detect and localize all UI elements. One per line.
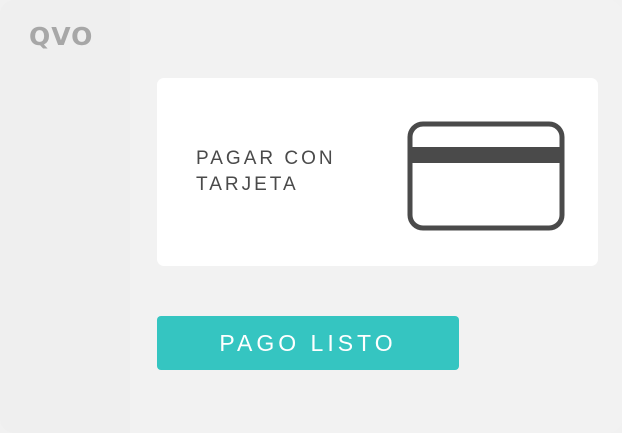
pay-with-card-option[interactable]: PAGAR CON TARJETA — [157, 78, 598, 266]
pago-listo-button[interactable]: PAGO LISTO — [157, 316, 459, 370]
pay-with-card-label: PAGAR CON TARJETA — [196, 148, 336, 195]
payment-screen: QVO PAGAR CON TARJETA PAGO LISTO — [0, 0, 622, 433]
qvo-logo: QVO — [29, 22, 94, 51]
credit-card-icon — [407, 121, 565, 231]
sidebar — [0, 0, 130, 433]
